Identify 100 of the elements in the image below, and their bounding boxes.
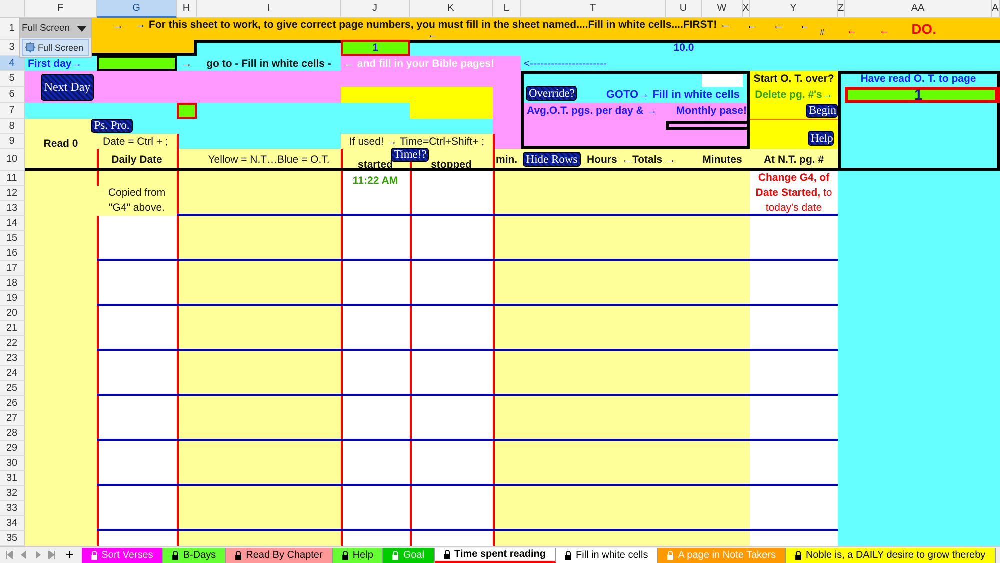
row-header[interactable]: 25: [0, 381, 25, 396]
cell-text: Start O. T. over?: [754, 73, 834, 85]
cell-text: Daily Date: [112, 154, 162, 166]
cell-text: Copied from "G4" above.: [97, 186, 177, 216]
first-sheet-icon[interactable]: [6, 551, 14, 559]
column-header[interactable]: H: [177, 0, 197, 18]
sheet-tab[interactable]: Help: [332, 548, 384, 562]
row-header[interactable]: 26: [0, 396, 25, 411]
sheet-tab[interactable]: Fill in white cells: [556, 548, 658, 562]
column-header[interactable]: I: [197, 0, 341, 18]
toolbar-title: Full Screen: [22, 23, 70, 34]
macro-button[interactable]: Time!?: [391, 148, 429, 162]
column-header[interactable]: J: [341, 0, 410, 18]
column-header[interactable]: G: [97, 0, 177, 18]
lock-icon: [235, 550, 242, 560]
row-header[interactable]: 34: [0, 516, 25, 531]
select-all-corner[interactable]: [0, 0, 25, 18]
row-header[interactable]: 15: [0, 231, 25, 246]
cell-text: 10.0: [674, 42, 694, 54]
banner-arrow: ←: [746, 20, 758, 32]
row-header[interactable]: 6: [0, 87, 25, 103]
row-header[interactable]: 13: [0, 201, 25, 216]
banner-arrow: ←: [428, 31, 438, 40]
sheet-tab[interactable]: Time spent reading: [434, 548, 556, 562]
row-header[interactable]: 31: [0, 471, 25, 486]
row-header[interactable]: 17: [0, 261, 25, 276]
column-header[interactable]: A: [992, 0, 1000, 18]
column-header[interactable]: Z: [838, 0, 845, 18]
row-header[interactable]: 35: [0, 531, 25, 546]
cell-text: Monthly pase!: [676, 105, 747, 117]
cell-text: Read 0: [44, 138, 78, 150]
row-header[interactable]: 18: [0, 276, 25, 291]
last-sheet-icon[interactable]: [48, 551, 56, 559]
row-header[interactable]: 24: [0, 366, 25, 381]
row-header[interactable]: 30: [0, 456, 25, 471]
cell-text: Have read O. T. to page: [860, 73, 976, 85]
lock-icon: [794, 550, 802, 560]
row-header[interactable]: 16: [0, 246, 25, 261]
column-header[interactable]: K: [410, 0, 493, 18]
row-header[interactable]: 8: [0, 119, 25, 134]
row-header[interactable]: 33: [0, 501, 25, 516]
cell-text: Avg.O.T. pgs. per day & →: [527, 105, 658, 117]
sheet-tab[interactable]: Noble is, a DAILY desire to grow thereby: [786, 548, 996, 562]
row-header[interactable]: 14: [0, 216, 25, 231]
row-header[interactable]: 32: [0, 486, 25, 501]
cell-text: <----------------------: [524, 58, 608, 70]
cell-text: stopped: [431, 159, 472, 171]
macro-button[interactable]: Override?: [526, 86, 577, 101]
column-header[interactable]: T: [521, 0, 666, 18]
column-header[interactable]: Y: [750, 0, 838, 18]
sheet-tab[interactable]: Read By Chapter: [226, 548, 333, 562]
row-header[interactable]: 5: [0, 71, 25, 87]
column-header[interactable]: F: [25, 0, 97, 18]
row-header[interactable]: 29: [0, 441, 25, 456]
row-header[interactable]: 7: [0, 103, 25, 119]
cell-text: Minutes: [702, 154, 742, 166]
cell-text: 11:22 AM: [352, 175, 398, 187]
alert-text: DO.: [912, 21, 936, 37]
hash-mark: #: [820, 27, 825, 39]
cell-text: Hours: [587, 154, 618, 166]
next-sheet-icon[interactable]: [34, 551, 42, 559]
row-header[interactable]: 11: [0, 171, 25, 186]
cell-text: started: [358, 159, 393, 171]
previous-sheet-icon[interactable]: [20, 551, 28, 559]
row-header[interactable]: 28: [0, 426, 25, 441]
macro-button[interactable]: Ps. Pro.: [91, 119, 133, 133]
row-header[interactable]: 19: [0, 291, 25, 306]
full-screen-button[interactable]: Full Screen: [22, 39, 89, 56]
row-header[interactable]: 27: [0, 411, 25, 426]
banner-arrow: ←: [800, 20, 810, 32]
row-header[interactable]: 21: [0, 321, 25, 336]
lock-icon: [342, 550, 349, 560]
add-sheet-button[interactable]: +: [62, 548, 78, 562]
row-header[interactable]: 4: [0, 56, 25, 71]
caret-icon[interactable]: [77, 26, 87, 32]
cell-text: →: [182, 58, 192, 70]
column-header[interactable]: AA: [845, 0, 992, 18]
row-header[interactable]: 10: [0, 149, 25, 171]
cell-text: 1: [914, 86, 923, 104]
cell-text: min.: [496, 154, 518, 166]
macro-button[interactable]: Begin: [806, 104, 838, 118]
banner-arrow: ←: [773, 20, 784, 32]
row-header[interactable]: 22: [0, 336, 25, 351]
sheet-tab[interactable]: B-Days: [163, 548, 226, 562]
lock-icon: [172, 550, 180, 560]
cell-text: Date = Ctrl + ;: [97, 134, 177, 149]
column-header[interactable]: X: [743, 0, 750, 18]
cell-text: Delete pg. #'s→: [755, 89, 833, 101]
row-header[interactable]: 12: [0, 186, 25, 201]
row-header[interactable]: 9: [0, 134, 25, 149]
macro-button[interactable]: Hide Rows: [523, 152, 581, 167]
row-header[interactable]: 20: [0, 306, 25, 321]
lock-icon: [667, 550, 674, 560]
macro-button[interactable]: Help: [808, 131, 834, 146]
column-header[interactable]: U: [666, 0, 702, 18]
row-header[interactable]: 23: [0, 351, 25, 366]
column-header[interactable]: W: [702, 0, 743, 18]
macro-button[interactable]: Next Day: [41, 74, 94, 101]
column-header[interactable]: L: [493, 0, 521, 18]
cell-text: Yellow = N.T…Blue = O.T.: [208, 154, 330, 166]
